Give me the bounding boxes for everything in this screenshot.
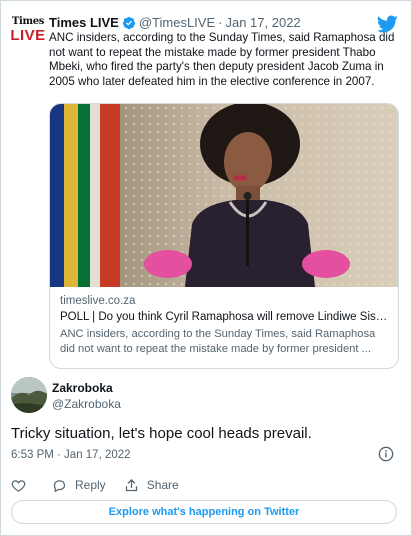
reply-bubble-icon [53,479,66,492]
article-image[interactable] [50,104,399,287]
tweet-text: Tricky situation, let's hope cool heads … [11,425,312,442]
link-preview-info: timeslive.co.za POLL | Do you think Cyri… [60,294,390,357]
author-handle[interactable]: @Zakroboka [52,396,121,412]
link-preview-card[interactable]: timeslive.co.za POLL | Do you think Cyri… [49,103,399,369]
logo-line-1: Times [11,16,45,27]
quoted-author-name[interactable]: Times LIVE [49,15,119,30]
quoted-tweet-meta: Times LIVE @TimesLIVE · Jan 17, 2022 [49,15,301,30]
quoted-tweet-date[interactable]: Jan 17, 2022 [225,15,300,30]
logo-line-2: LIVE [10,27,46,44]
tweet-timestamp[interactable]: 6:53 PM · Jan 17, 2022 [11,448,131,462]
quoted-author-handle[interactable]: @TimesLIVE [139,15,215,30]
tweet-actions: Reply Share [11,477,197,493]
heart-icon [11,479,26,492]
reply-label: Reply [75,478,106,492]
author-block: Zakroboka @Zakroboka [52,380,121,412]
explore-twitter-button[interactable]: Explore what's happening on Twitter [11,500,397,524]
link-domain: timeslive.co.za [60,295,136,307]
author-name[interactable]: Zakroboka [52,380,121,396]
share-button[interactable]: Share [124,478,179,493]
share-label: Share [146,478,179,492]
link-title[interactable]: POLL | Do you think Cyril Ramaphosa will… [60,309,390,325]
flag-graphic [50,104,120,287]
quoted-tweet-text: ANC insiders, according to the Sunday Ti… [49,31,395,88]
link-description: ANC insiders, according to the Sunday Ti… [60,328,376,355]
verified-badge-icon [122,16,135,29]
reply-button[interactable]: Reply [52,478,106,493]
timeslive-logo[interactable]: Times LIVE [10,13,46,47]
like-button[interactable] [11,478,26,493]
avatar-landscape-icon [11,377,47,413]
tweet-embed-card: Times LIVE Times LIVE @TimesLIVE · Jan 1… [0,0,412,536]
quoted-tweet-header: Times LIVE [10,13,46,53]
info-icon[interactable] [378,446,394,462]
share-icon [125,478,137,491]
avatar[interactable] [11,377,47,413]
meta-separator: · [218,15,223,30]
